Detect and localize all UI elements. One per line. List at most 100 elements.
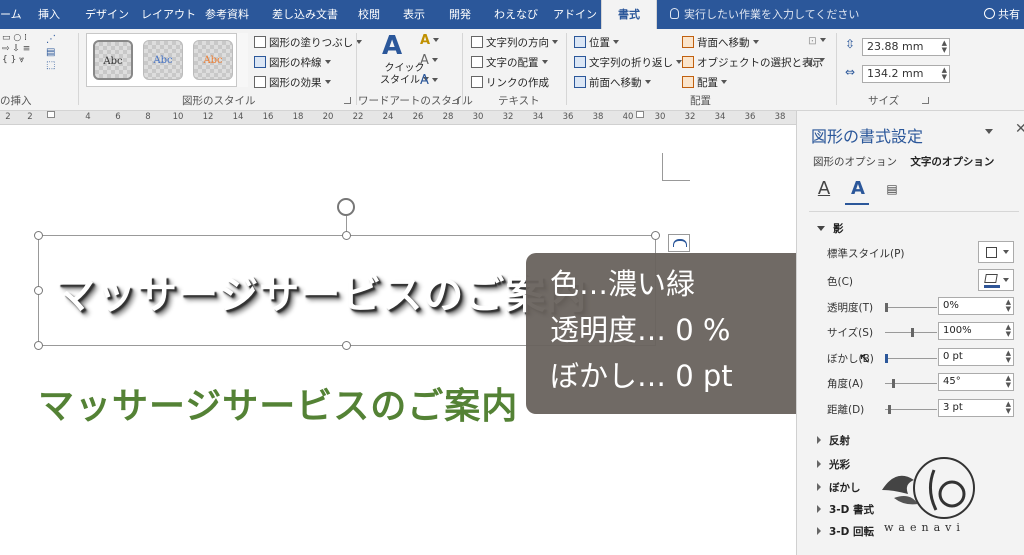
text-fill-icon[interactable]: A xyxy=(420,33,440,48)
tab-review[interactable]: 校閲 xyxy=(358,0,380,29)
text-effects-icon[interactable]: A xyxy=(420,73,438,88)
group-objects-icon[interactable]: ⊡ xyxy=(808,35,826,47)
text-effects-icon[interactable]: A xyxy=(847,178,869,200)
shadowed-title-text[interactable]: マッサージサービスのご案内 xyxy=(55,262,587,320)
shape-style-swatch[interactable]: Abc xyxy=(143,40,183,80)
slider-thumb[interactable] xyxy=(885,354,888,363)
distance-input[interactable]: 3 pt ▲ ▼ xyxy=(938,399,1014,417)
spin-arrows-icon[interactable]: ▲ ▼ xyxy=(942,40,947,54)
blur-slider[interactable] xyxy=(885,354,937,363)
text-outline-icon[interactable]: A xyxy=(420,53,438,68)
tab-waenavi[interactable]: わえなび xyxy=(494,0,538,29)
pane-options-icon[interactable] xyxy=(985,129,993,134)
resize-handle[interactable] xyxy=(342,341,351,350)
right-indent-marker[interactable] xyxy=(636,111,644,118)
spin-arrows-icon[interactable]: ▲ ▼ xyxy=(1006,324,1011,338)
tab-shape-options[interactable]: 図形のオプション xyxy=(813,156,897,168)
shape-effects-button[interactable]: 図形の効果 xyxy=(254,75,331,90)
shape-height-input[interactable]: 23.88 mm ▲ ▼ xyxy=(862,38,950,56)
shape-style-gallery[interactable]: Abc Abc Abc xyxy=(86,33,246,87)
tab-layout[interactable]: レイアウト xyxy=(141,0,196,29)
pane-tabs: 図形のオプション 文字のオプション xyxy=(813,154,1004,169)
indent-marker[interactable] xyxy=(47,111,55,118)
tab-addins[interactable]: アドイン xyxy=(553,0,597,29)
wrap-text-button[interactable]: 文字列の折り返し xyxy=(574,55,682,70)
shadow-color-dropdown[interactable] xyxy=(978,269,1014,291)
resize-handle[interactable] xyxy=(34,231,43,240)
dialog-launcher-icon[interactable] xyxy=(452,97,459,104)
tab-developer[interactable]: 開発 xyxy=(449,0,471,29)
size-slider[interactable] xyxy=(885,328,937,337)
gallery-scroll[interactable] xyxy=(236,33,248,87)
section-3d-format[interactable]: 3-D 書式 xyxy=(817,502,874,517)
rotate-objects-icon[interactable]: ◭ xyxy=(808,55,826,67)
textbox-icon[interactable]: ▤ xyxy=(881,178,903,200)
shape-outline-button[interactable]: 図形の枠線 xyxy=(254,55,331,70)
selection-pane-button[interactable]: オブジェクトの選択と表示 xyxy=(682,55,823,70)
align-button[interactable]: 配置 xyxy=(682,75,727,90)
text-fill-outline-icon[interactable]: A xyxy=(813,178,835,200)
slider-thumb[interactable] xyxy=(911,328,914,337)
dialog-launcher-icon[interactable] xyxy=(922,97,929,104)
shape-style-swatch[interactable]: Abc xyxy=(93,40,133,80)
create-link-button[interactable]: リンクの作成 xyxy=(471,75,549,90)
edit-shape-icon[interactable]: ⋰ ▤ ⬚ xyxy=(46,33,56,72)
share-button[interactable]: 共有 xyxy=(984,0,1020,29)
tab-design[interactable]: デザイン xyxy=(85,0,129,29)
tab-home[interactable]: ーム xyxy=(0,0,22,29)
angle-slider[interactable] xyxy=(885,379,937,388)
preset-dropdown[interactable] xyxy=(978,241,1014,263)
spin-arrows-icon[interactable]: ▲ ▼ xyxy=(1006,375,1011,389)
quick-style-icon[interactable]: A xyxy=(382,31,402,61)
expand-arrow-icon xyxy=(817,436,821,444)
resize-handle[interactable] xyxy=(34,286,43,295)
transparency-slider[interactable] xyxy=(885,303,937,312)
shape-style-swatch[interactable]: Abc xyxy=(193,40,233,80)
blur-input[interactable]: 0 pt ▲ ▼ xyxy=(938,348,1014,366)
shapes-mini-gallery[interactable]: ▭ ○ ⁞ ⇨ ⇩ ≡{ } ⩔ xyxy=(2,33,30,66)
section-glow[interactable]: 光彩 xyxy=(817,457,850,472)
tab-view[interactable]: 表示 xyxy=(403,0,425,29)
resize-handle[interactable] xyxy=(34,341,43,350)
text-direction-button[interactable]: 文字列の方向 xyxy=(471,35,558,50)
spin-arrows-icon[interactable]: ▲ ▼ xyxy=(1006,350,1011,364)
section-reflection[interactable]: 反射 xyxy=(817,433,850,448)
spin-arrows-icon[interactable]: ▲ ▼ xyxy=(942,67,947,81)
text-align-button[interactable]: 文字の配置 xyxy=(471,55,548,70)
rotate-handle-icon[interactable] xyxy=(337,198,355,216)
distance-slider[interactable] xyxy=(885,405,937,414)
tell-me-search[interactable]: 実行したい作業を入力してください xyxy=(670,0,859,29)
spin-arrows-icon[interactable]: ▲ ▼ xyxy=(1006,401,1011,415)
green-title-text[interactable]: マッサージサービスのご案内 xyxy=(38,377,518,429)
section-3d-rotation[interactable]: 3-D 回転 xyxy=(817,524,874,539)
section-shadow[interactable]: 影 xyxy=(817,221,844,236)
bring-forward-button[interactable]: 前面へ移動 xyxy=(574,75,651,90)
spin-arrows-icon[interactable]: ▲ ▼ xyxy=(1006,299,1011,313)
angle-input[interactable]: 45° ▲ ▼ xyxy=(938,373,1014,391)
resize-handle[interactable] xyxy=(342,231,351,240)
tab-insert[interactable]: 挿入 xyxy=(38,0,60,29)
resize-handle[interactable] xyxy=(651,231,660,240)
tab-mailings[interactable]: 差し込み文書 xyxy=(272,0,338,29)
shape-width-input[interactable]: 134.2 mm ▲ ▼ xyxy=(862,65,950,83)
size-input[interactable]: 100% ▲ ▼ xyxy=(938,322,1014,340)
shape-fill-button[interactable]: 図形の塗りつぶし xyxy=(254,35,363,50)
link-icon xyxy=(471,76,483,88)
tab-references[interactable]: 参考資料 xyxy=(205,0,249,29)
dialog-launcher-icon[interactable] xyxy=(344,97,351,104)
tab-format[interactable]: 書式 xyxy=(601,0,657,29)
slider-thumb[interactable] xyxy=(885,303,888,312)
slider-thumb[interactable] xyxy=(892,379,895,388)
expand-arrow-icon xyxy=(817,505,821,513)
position-button[interactable]: 位置 xyxy=(574,35,619,50)
group-insert-shapes-label: の挿入 xyxy=(0,95,32,107)
slider-thumb[interactable] xyxy=(888,405,891,414)
transparency-input[interactable]: 0% ▲ ▼ xyxy=(938,297,1014,315)
section-soft-edges[interactable]: ぼかし xyxy=(817,480,861,495)
label-distance: 距離(D) xyxy=(827,404,865,416)
tab-text-options[interactable]: 文字のオプション xyxy=(910,156,994,168)
horizontal-ruler[interactable]: 2 2 4 6 8 10 12 14 16 18 20 22 24 26 28 … xyxy=(0,111,796,125)
close-icon[interactable]: ✕ xyxy=(1015,121,1024,137)
layout-options-icon[interactable] xyxy=(668,234,690,252)
send-backward-button[interactable]: 背面へ移動 xyxy=(682,35,759,50)
